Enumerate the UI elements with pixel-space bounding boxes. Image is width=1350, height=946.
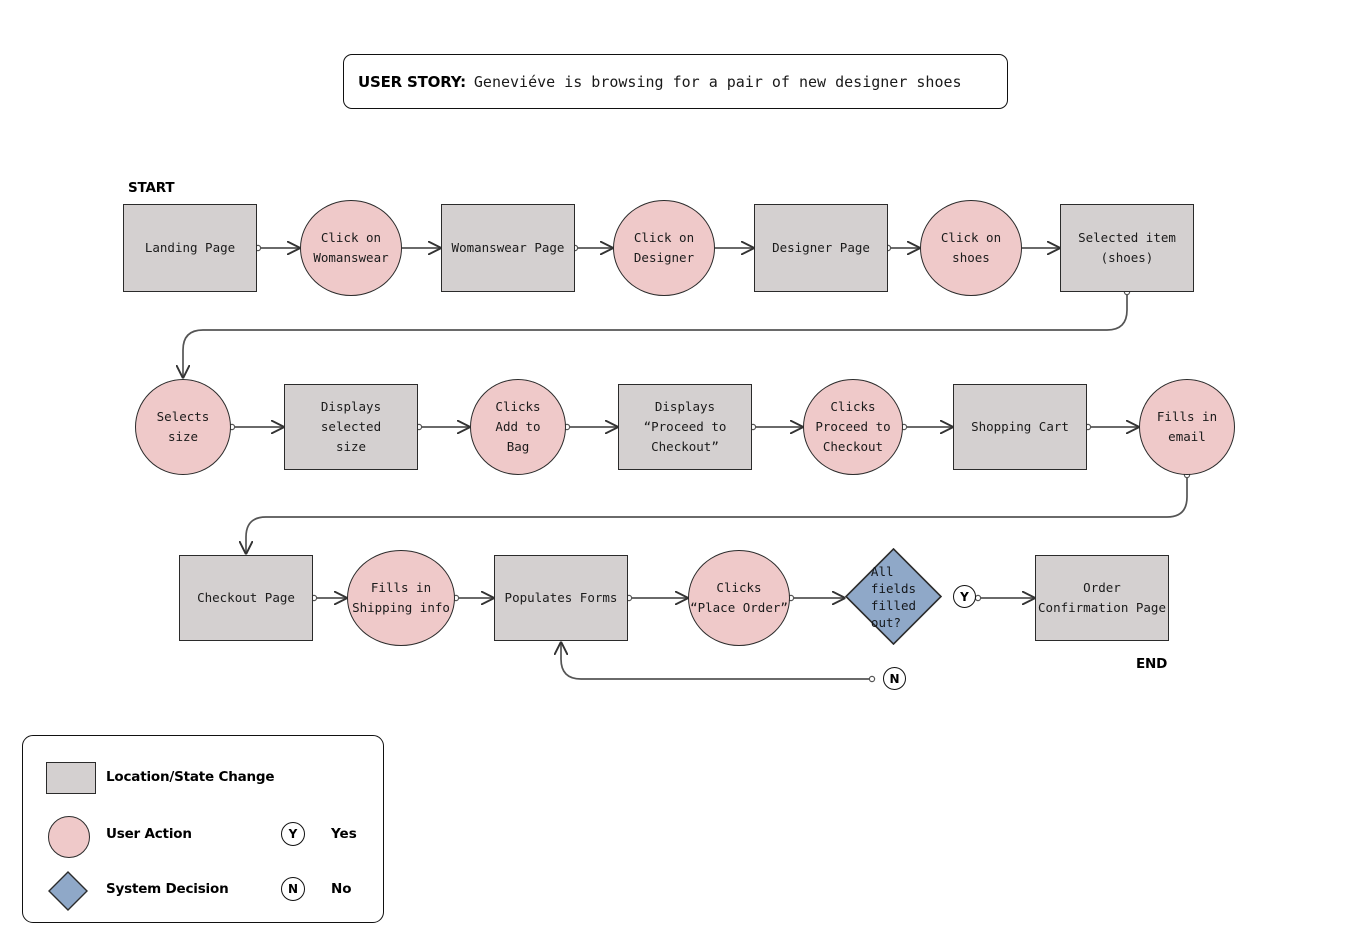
node-label: Click on Womanswear (313, 230, 389, 265)
node-label: Shopping Cart (971, 419, 1069, 434)
edge-fills-email-to-checkout-page (246, 475, 1188, 553)
node-label: Click on shoes (940, 230, 1002, 265)
node-label: Landing Page (144, 240, 236, 255)
node-label: Selects size (156, 409, 210, 444)
legend-label-state-change: Location/State Change (106, 769, 275, 785)
node-clicks-proceed[interactable]: Clicks Proceed to Checkout (803, 379, 903, 475)
node-clicks-add-bag[interactable]: Clicks Add to Bag (470, 379, 566, 475)
node-label: Displays selected size (320, 399, 382, 454)
node-label: Displays “Proceed to Checkout” (643, 399, 727, 454)
node-selects-size[interactable]: Selects size (135, 379, 231, 475)
node-label: Click on Designer (633, 230, 695, 265)
node-label: Clicks Add to Bag (495, 399, 541, 454)
node-all-fields-filled[interactable]: All fields filled out? (845, 548, 942, 645)
legend-row-user-action: User Action Y Yes (23, 806, 383, 862)
user-story-text: Geneviéve is browsing for a pair of new … (473, 72, 962, 91)
node-clicks-place-order[interactable]: Clicks “Place Order” (688, 550, 790, 646)
node-label: Fills in email (1156, 409, 1218, 444)
user-story-label: USER STORY: (358, 72, 466, 91)
node-displays-size[interactable]: Displays selected size (284, 384, 418, 470)
legend-swatch-box-icon (46, 762, 96, 794)
legend-swatch-circle-icon (48, 816, 90, 858)
legend-label-yes: Yes (331, 826, 357, 842)
node-label: Clicks “Place Order” (690, 580, 788, 615)
legend-swatch-diamond-icon (48, 871, 88, 911)
start-label: START (128, 180, 175, 196)
node-label: Populates Forms (504, 590, 618, 605)
node-click-womanswear[interactable]: Click on Womanswear (300, 200, 402, 296)
legend-yes-badge-icon: Y (281, 822, 305, 846)
node-label: Order Confirmation Page (1038, 580, 1166, 615)
node-checkout-page[interactable]: Checkout Page (179, 555, 313, 641)
node-label: Clicks Proceed to Checkout (815, 399, 891, 454)
node-label: All fields filled out? (870, 563, 917, 630)
node-designer-page[interactable]: Designer Page (754, 204, 888, 292)
edge-no-to-populates-forms (561, 643, 872, 680)
node-populates-forms[interactable]: Populates Forms (494, 555, 628, 641)
node-label: Selected item (shoes) (1078, 230, 1176, 265)
node-fills-email[interactable]: Fills in email (1139, 379, 1235, 475)
node-label: Fills in Shipping info (352, 580, 450, 615)
legend-row-system-decision: System Decision N No (23, 861, 383, 917)
node-womanswear-page[interactable]: Womanswear Page (441, 204, 575, 292)
legend-label-no: No (331, 881, 352, 897)
legend-label-user-action: User Action (106, 826, 192, 842)
node-label: Designer Page (772, 240, 870, 255)
end-label: END (1136, 656, 1168, 672)
user-story-banner: USER STORY: Geneviéve is browsing for a … (343, 54, 1008, 109)
node-fills-shipping[interactable]: Fills in Shipping info (347, 550, 455, 646)
node-displays-proceed[interactable]: Displays “Proceed to Checkout” (618, 384, 752, 470)
node-order-confirmation[interactable]: Order Confirmation Page (1035, 555, 1169, 641)
node-label: Womanswear Page (451, 240, 565, 255)
legend-no-badge-icon: N (281, 877, 305, 901)
node-click-designer[interactable]: Click on Designer (613, 200, 715, 296)
node-shopping-cart[interactable]: Shopping Cart (953, 384, 1087, 470)
edge-selected-item-to-selects-size (183, 292, 1128, 377)
node-selected-item[interactable]: Selected item (shoes) (1060, 204, 1194, 292)
no-badge: N (883, 667, 906, 690)
legend-label-system-decision: System Decision (106, 881, 229, 897)
node-landing-page[interactable]: Landing Page (123, 204, 257, 292)
flowchart-canvas: USER STORY: Geneviéve is browsing for a … (0, 0, 1350, 946)
node-click-shoes[interactable]: Click on shoes (920, 200, 1022, 296)
legend-row-state-change: Location/State Change (23, 749, 383, 805)
yes-badge: Y (953, 585, 976, 608)
node-label: Checkout Page (197, 590, 295, 605)
legend-panel: Location/State Change User Action Y Yes … (22, 735, 384, 923)
